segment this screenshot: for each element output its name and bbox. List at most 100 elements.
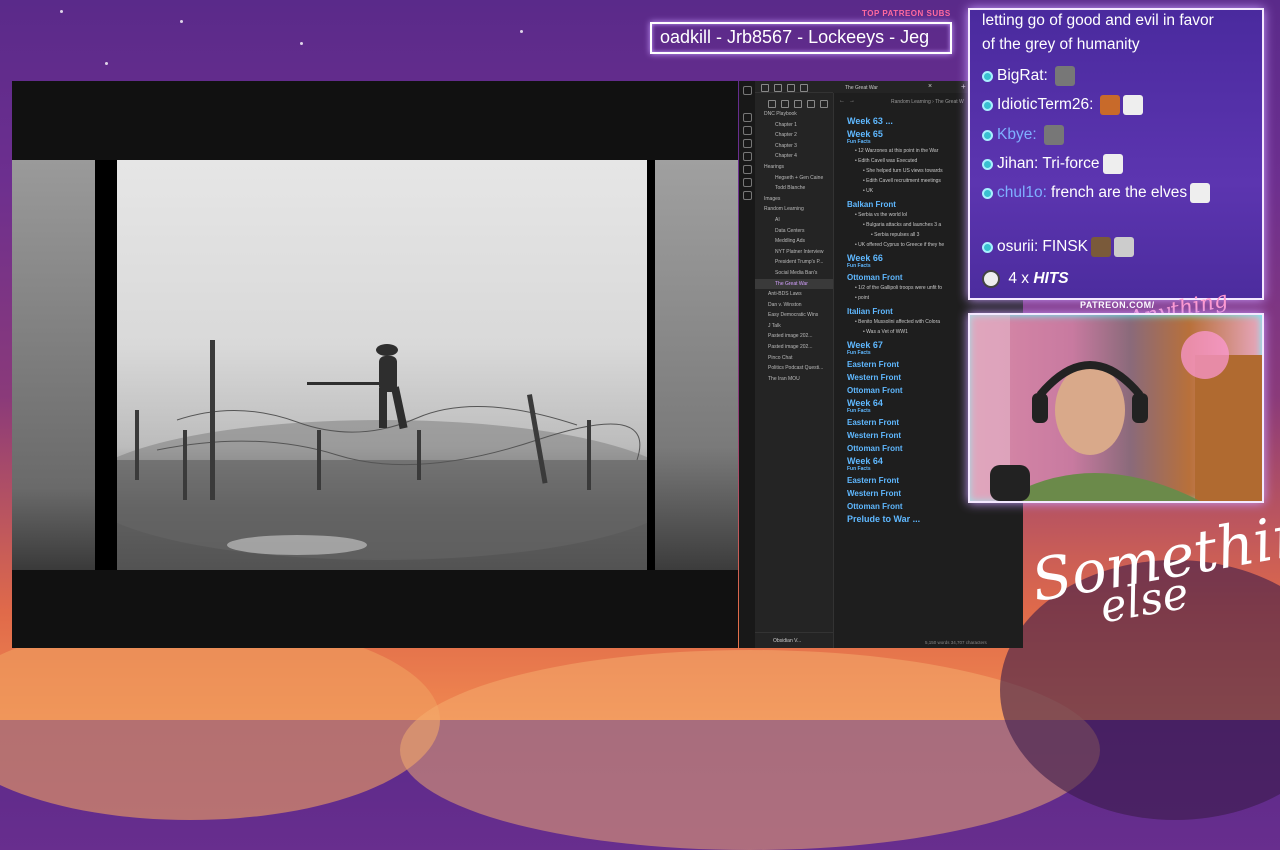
chat-message: BigRat:: [982, 66, 1075, 86]
tree-item[interactable]: Data Centers: [755, 226, 833, 237]
outline-text: point: [858, 295, 869, 301]
send-icon[interactable]: [743, 191, 752, 200]
chat-username[interactable]: IdioticTerm26:: [997, 96, 1093, 113]
bookmark-icon[interactable]: [787, 84, 795, 92]
new-folder-icon[interactable]: [781, 100, 789, 108]
battlefield-illustration: [82, 340, 682, 570]
terminal-icon[interactable]: [743, 178, 752, 187]
heading-week[interactable]: Prelude to War ...: [847, 514, 1023, 524]
new-tab-icon[interactable]: +: [961, 82, 966, 91]
chat-username[interactable]: Jihan:: [997, 155, 1038, 172]
tree-item[interactable]: Dan v. Winston: [755, 300, 833, 311]
outline-text: Week 64: [847, 456, 883, 466]
outline-text: Ottoman Front: [847, 444, 903, 453]
outline-text: Fun Facts: [847, 139, 871, 145]
tree-item[interactable]: NYT Platner Interview: [755, 247, 833, 258]
outline-text: 12 Warzones at this point in the War: [858, 148, 939, 154]
tree-item[interactable]: Pasted image 202...: [755, 342, 833, 353]
outline-text: Fun Facts: [847, 408, 871, 414]
chat-username[interactable]: Kbye:: [997, 126, 1037, 143]
search-icon[interactable]: [774, 84, 782, 92]
forward-arrow-icon[interactable]: →: [849, 98, 855, 104]
tree-item[interactable]: Images: [755, 194, 833, 205]
sort-icon[interactable]: [794, 100, 802, 108]
chat-username[interactable]: BigRat:: [997, 67, 1048, 84]
outline-text: Western Front: [847, 373, 902, 382]
emote-icon: [1123, 95, 1144, 115]
outline-text: Italian Front: [847, 307, 893, 316]
outline-text: Ottoman Front: [847, 386, 903, 395]
outline-text: Prelude to War ...: [847, 514, 921, 524]
back-arrow-icon[interactable]: ←: [839, 98, 845, 104]
close-tab-icon[interactable]: ×: [928, 83, 932, 90]
outline-text: Ottoman Front: [847, 502, 903, 511]
hits-count: 4 x: [1008, 270, 1029, 288]
status-bar: 5,150 words 34,707 characters: [833, 638, 1023, 648]
tree-item[interactable]: Random Learning: [755, 204, 833, 215]
tree-item[interactable]: AI: [755, 215, 833, 226]
new-note-icon[interactable]: [768, 100, 776, 108]
tree-item[interactable]: DNC Playbook: [755, 109, 833, 120]
emote-icon: [1054, 66, 1075, 86]
tree-item[interactable]: Chapter 2: [755, 130, 833, 141]
tree-item[interactable]: Todd Blanche: [755, 183, 833, 194]
emote-icon: [1190, 183, 1211, 203]
close-icon[interactable]: [820, 100, 828, 108]
tree-item[interactable]: J Talk: [755, 321, 833, 332]
grid-icon[interactable]: [743, 126, 752, 135]
heading-front[interactable]: Ottoman Front: [847, 502, 1023, 511]
outline-text: Serbia repulses all 3: [874, 232, 920, 238]
canvas-icon[interactable]: [743, 152, 752, 161]
chat-message: Jihan: Tri-force: [982, 154, 1123, 174]
breadcrumb-path[interactable]: Random Learning › The Great W: [891, 99, 964, 105]
outline-text: Ottoman Front: [847, 273, 903, 282]
tree-item[interactable]: Chapter 1: [755, 120, 833, 131]
tree-item[interactable]: Meddling Ads: [755, 236, 833, 247]
chat-continued-line-2: of the grey of humanity: [982, 36, 1140, 53]
outline-text: Benito Mussolini affected with Colora: [858, 319, 941, 325]
video-player[interactable]: [12, 81, 738, 648]
sidebar-toggle-icon[interactable]: [743, 86, 752, 95]
tab-the-great-war[interactable]: The Great War: [845, 85, 878, 91]
collapse-icon[interactable]: [807, 100, 815, 108]
chat-continued-line-1: letting go of good and evil in favor: [982, 12, 1214, 29]
tree-item[interactable]: Hearings: [755, 162, 833, 173]
outline-text: Week 63 ...: [847, 116, 893, 126]
page-icon[interactable]: [800, 84, 808, 92]
streamer-illustration: [970, 315, 1262, 501]
outline-text: Fun Facts: [847, 350, 871, 356]
chat-username[interactable]: osurii:: [997, 238, 1038, 255]
tree-item[interactable]: The Iran MOU: [755, 374, 833, 385]
outline-text: Balkan Front: [847, 200, 896, 209]
tree-item[interactable]: The Great War: [755, 278, 833, 290]
tree-item[interactable]: President Trump's P...: [755, 257, 833, 268]
tree-item[interactable]: Pasted image 202...: [755, 331, 833, 342]
tree-item[interactable]: Chapter 3: [755, 141, 833, 152]
tree-item[interactable]: Social Media Ban's: [755, 268, 833, 279]
outline-text: Fun Facts: [847, 263, 871, 269]
graph-icon[interactable]: [743, 113, 752, 122]
outline-text: Was a Vet of WW1: [866, 329, 908, 335]
outline-text: UK: [866, 188, 874, 194]
tree-item[interactable]: Chapter 4: [755, 151, 833, 162]
chat-message: Kbye:: [982, 125, 1064, 145]
subs-ticker-text: oadkill - Jrb8567 - Lockeeys - Jeg: [660, 27, 930, 47]
tree-item[interactable]: Easy Democratic Wins: [755, 310, 833, 321]
tree-item[interactable]: Pinco Chat: [755, 353, 833, 364]
vault-switcher[interactable]: Obsidian V...: [755, 632, 833, 648]
explorer-toolbar: [755, 93, 833, 109]
command-icon[interactable]: [743, 165, 752, 174]
chat-text: FINSK: [1042, 238, 1089, 256]
emote-icon: [1100, 95, 1121, 115]
tree-item[interactable]: Hegseth + Gen Caine: [755, 173, 833, 184]
chat-message: chul1o: french are the elves: [982, 183, 1211, 203]
tree-item[interactable]: Politics Podcast Questi...: [755, 363, 833, 374]
outline-text: Western Front: [847, 431, 902, 440]
outline-text: Eastern Front: [847, 476, 900, 485]
chat-username[interactable]: chul1o:: [997, 184, 1047, 201]
outline-text: Edith Cavell recruitment meetings: [866, 178, 941, 184]
outline-text: 1/2 of the Gallipoli troops were unfit f…: [858, 285, 943, 291]
folder-icon[interactable]: [761, 84, 769, 92]
tree-item[interactable]: Anti-BDS Laws: [755, 289, 833, 300]
calendar-icon[interactable]: [743, 139, 752, 148]
